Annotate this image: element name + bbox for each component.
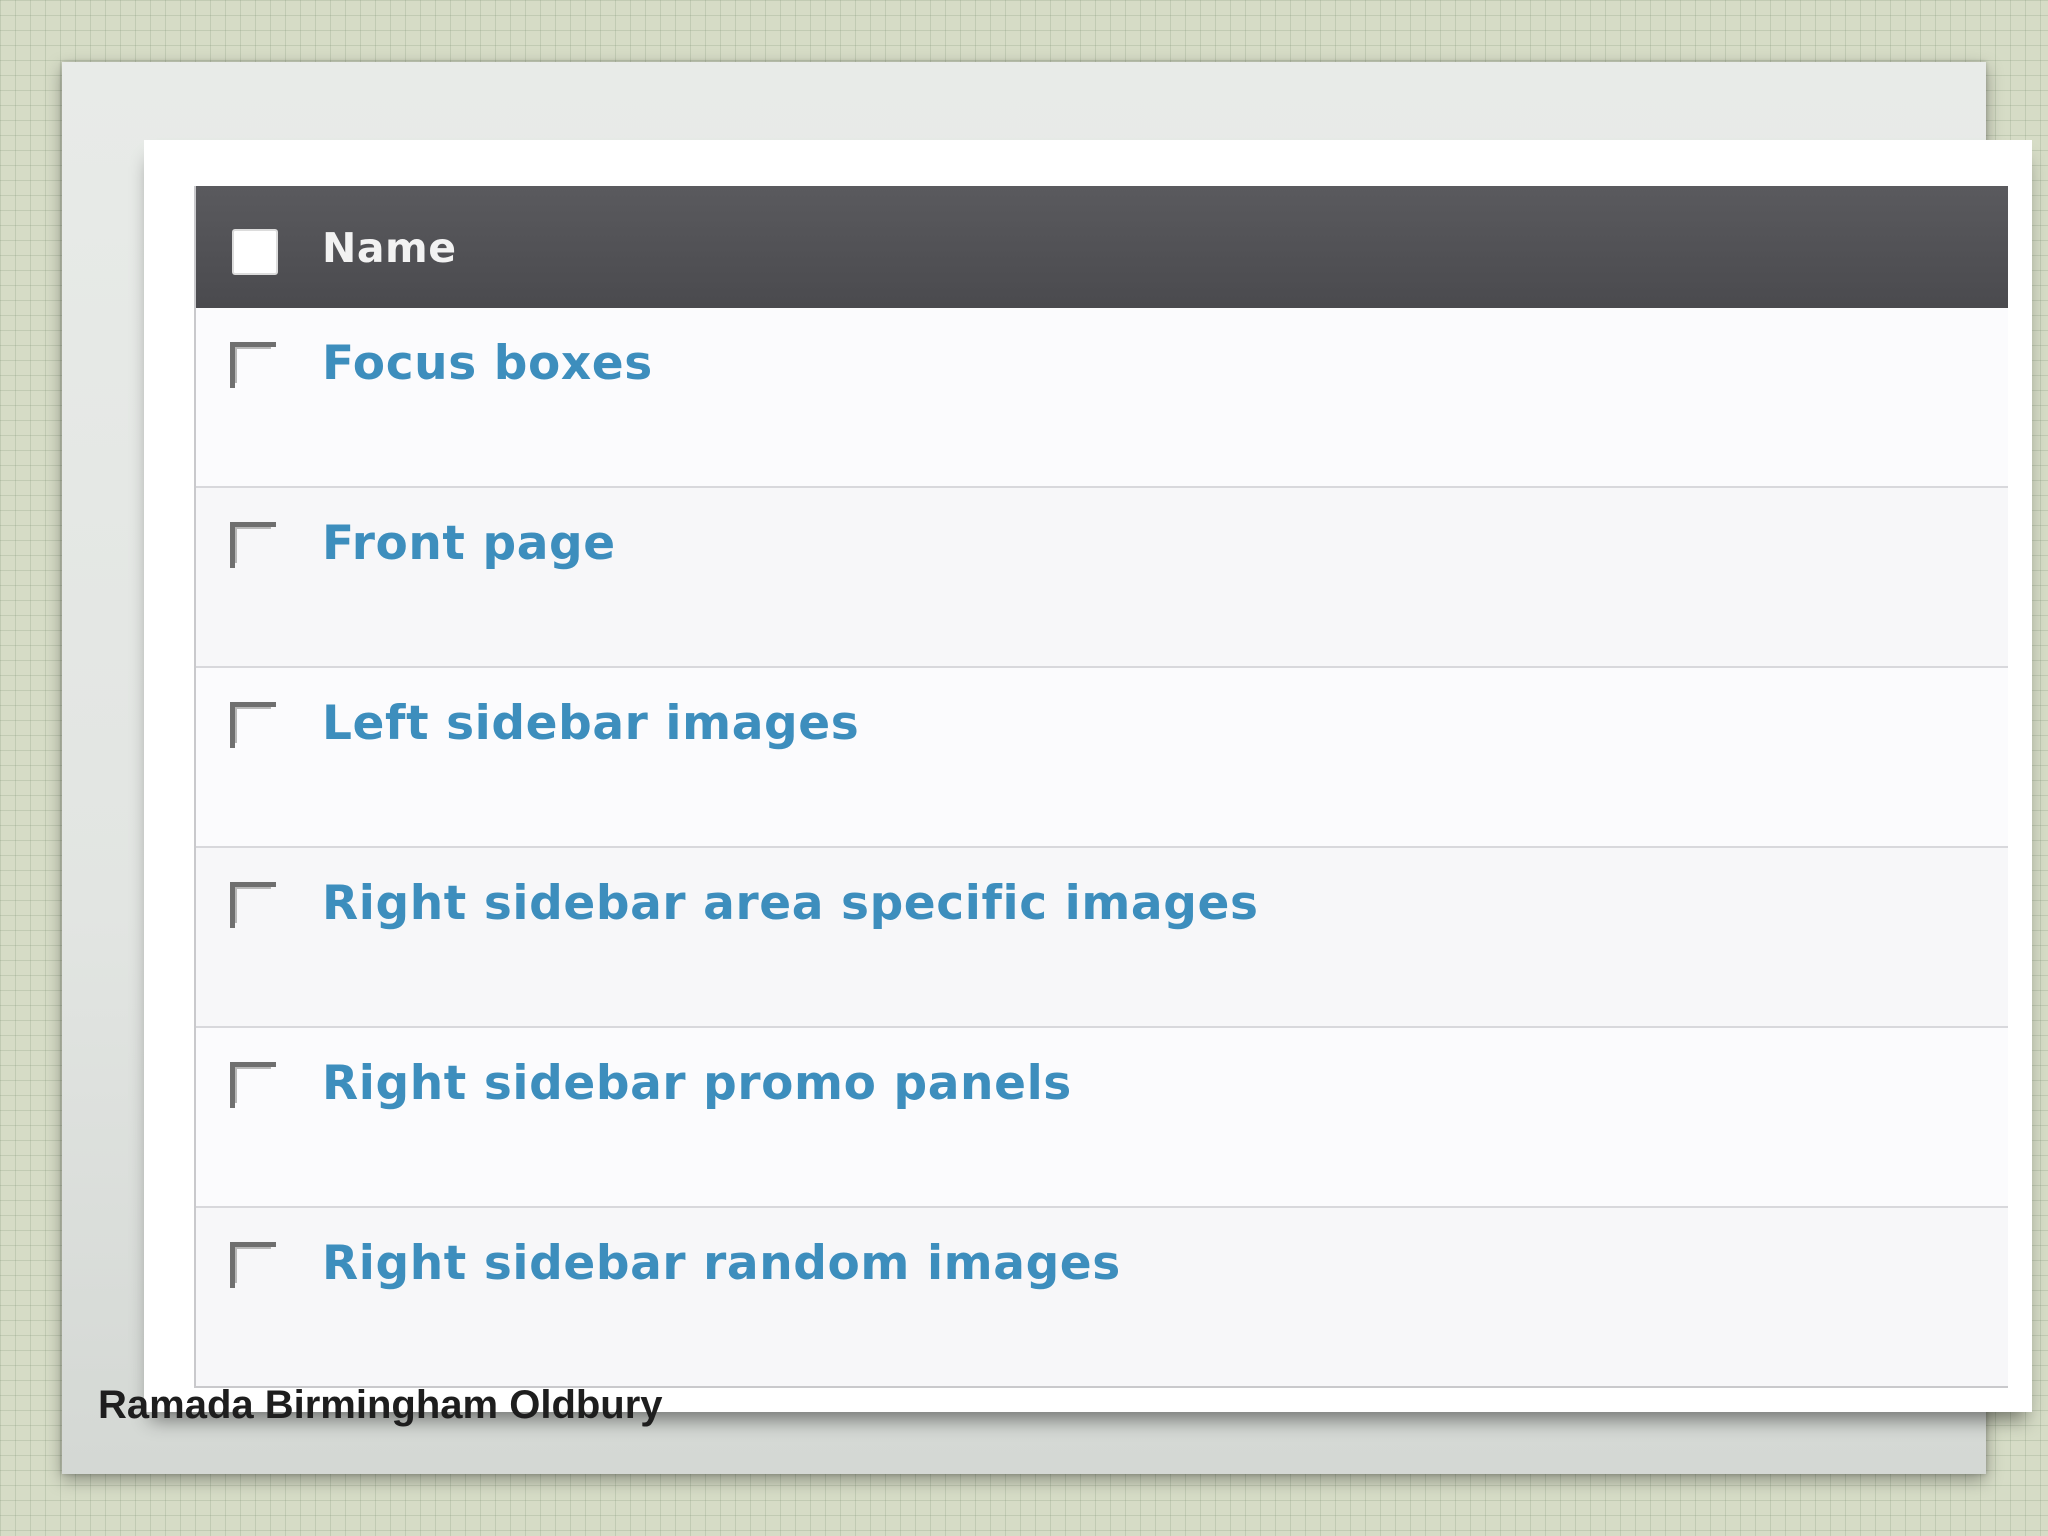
row-checkbox[interactable] (230, 882, 276, 928)
row-checkbox[interactable] (230, 702, 276, 748)
select-all-checkbox[interactable] (232, 229, 278, 275)
column-header-name[interactable]: Name (322, 224, 457, 272)
row-link[interactable]: Front page (322, 516, 616, 571)
row-link[interactable]: Right sidebar random images (322, 1236, 1121, 1291)
row-checkbox[interactable] (230, 522, 276, 568)
row-checkbox[interactable] (230, 342, 276, 388)
table-row: Right sidebar promo panels (196, 1028, 2008, 1208)
table-row: Right sidebar area specific images (196, 848, 2008, 1028)
name-table: Name Focus boxes Front page Left sidebar… (194, 186, 2008, 1388)
table-row: Front page (196, 488, 2008, 668)
row-link[interactable]: Right sidebar area specific images (322, 876, 1259, 931)
table-row: Focus boxes (196, 308, 2008, 488)
table-header: Name (196, 186, 2008, 308)
table-row: Left sidebar images (196, 668, 2008, 848)
row-link[interactable]: Left sidebar images (322, 696, 859, 751)
screenshot-photo: Name Focus boxes Front page Left sidebar… (144, 140, 2032, 1412)
slide-caption: Ramada Birmingham Oldbury (98, 1383, 663, 1427)
row-checkbox[interactable] (230, 1062, 276, 1108)
row-link[interactable]: Right sidebar promo panels (322, 1056, 1072, 1111)
row-checkbox[interactable] (230, 1242, 276, 1288)
table-row: Right sidebar random images (196, 1208, 2008, 1386)
slide-frame: Name Focus boxes Front page Left sidebar… (62, 62, 2032, 1474)
row-link[interactable]: Focus boxes (322, 336, 653, 391)
